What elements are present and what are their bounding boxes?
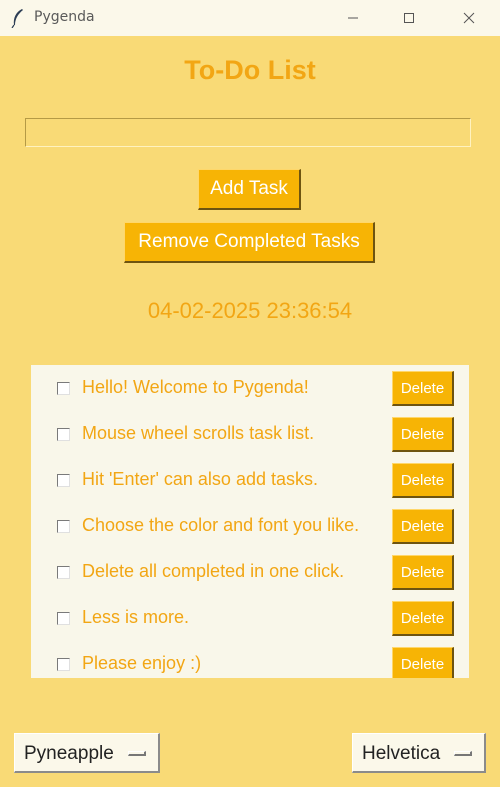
task-checkbox[interactable] (57, 474, 70, 487)
delete-task-button[interactable]: Delete (392, 647, 454, 678)
theme-select[interactable]: Pyneapple (14, 733, 160, 773)
title-bar[interactable]: Pygenda (0, 0, 500, 36)
task-label: Delete all completed in one click. (82, 561, 345, 581)
font-select-value: Helvetica (362, 743, 441, 764)
minimize-button[interactable] (330, 0, 376, 36)
task-row: Choose the color and font you like. Dele… (31, 503, 469, 544)
task-row: Hello! Welcome to Pygenda! Delete (31, 365, 469, 406)
remove-completed-button[interactable]: Remove Completed Tasks (124, 222, 375, 263)
task-checkbox[interactable] (57, 658, 70, 671)
task-label: Choose the color and font you like. (82, 515, 360, 535)
window-title: Pygenda (34, 9, 95, 25)
task-checkbox[interactable] (57, 428, 70, 441)
dropdown-indicator-icon (454, 751, 472, 756)
theme-select-value: Pyneapple (24, 743, 114, 764)
font-select[interactable]: Helvetica (352, 733, 486, 773)
feather-icon (11, 9, 23, 28)
close-button[interactable] (446, 0, 492, 36)
task-input[interactable] (25, 118, 471, 147)
delete-task-button[interactable]: Delete (392, 371, 454, 406)
task-row: Less is more. Delete (31, 595, 469, 636)
page-title: To-Do List (184, 55, 316, 85)
task-label: Less is more. (82, 607, 190, 627)
task-checkbox[interactable] (57, 612, 70, 625)
task-row: Mouse wheel scrolls task list. Delete (31, 411, 469, 452)
task-row: Hit 'Enter' can also add tasks. Delete (31, 457, 469, 498)
delete-task-button[interactable]: Delete (392, 417, 454, 452)
dropdown-indicator-icon (128, 751, 146, 756)
task-label: Hello! Welcome to Pygenda! (82, 377, 309, 397)
task-row: Please enjoy :) Delete (31, 641, 469, 678)
add-task-button[interactable]: Add Task (198, 169, 301, 210)
task-checkbox[interactable] (57, 520, 70, 533)
task-label: Please enjoy :) (82, 653, 202, 673)
maximize-icon (404, 13, 414, 23)
delete-task-button[interactable]: Delete (392, 509, 454, 544)
delete-task-button[interactable]: Delete (392, 555, 454, 590)
task-label: Hit 'Enter' can also add tasks. (82, 469, 318, 489)
maximize-button[interactable] (386, 0, 432, 36)
task-label: Mouse wheel scrolls task list. (82, 423, 315, 443)
delete-task-button[interactable]: Delete (392, 463, 454, 498)
date-time-display: 04-02-2025 23:36:54 (147, 298, 353, 323)
task-checkbox[interactable] (57, 382, 70, 395)
task-row: Delete all completed in one click. Delet… (31, 549, 469, 590)
close-icon (463, 12, 475, 24)
delete-task-button[interactable]: Delete (392, 601, 454, 636)
minimize-icon (348, 17, 358, 19)
task-list[interactable]: Hello! Welcome to Pygenda! Delete Mouse … (31, 365, 469, 678)
task-checkbox[interactable] (57, 566, 70, 579)
